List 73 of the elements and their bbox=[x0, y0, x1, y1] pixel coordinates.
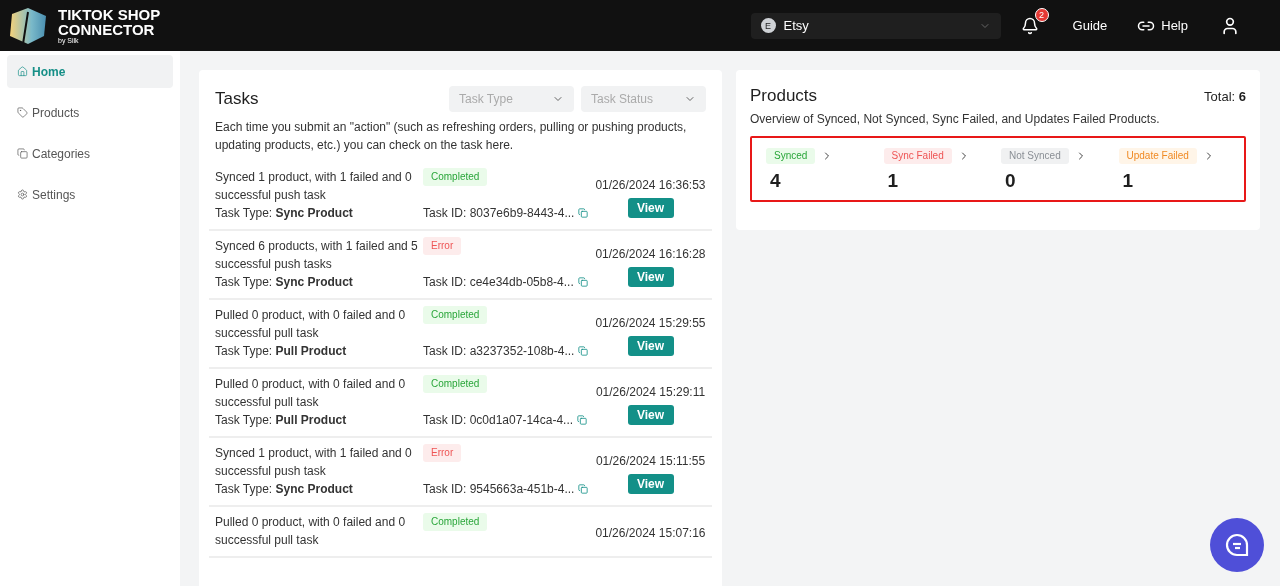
status-tag: Error bbox=[423, 237, 462, 255]
sidebar-item[interactable]: Products bbox=[7, 96, 173, 129]
filter-select[interactable]: Task Status bbox=[581, 86, 706, 112]
task-summary: Synced 1 product, with 1 failed and 0 successful push task bbox=[215, 169, 413, 204]
view-button[interactable]: View bbox=[627, 267, 674, 287]
task-date: 01/26/2024 15:29:55 bbox=[595, 315, 706, 332]
settings-icon bbox=[17, 189, 28, 200]
copy-icon[interactable] bbox=[578, 346, 589, 356]
guide-link[interactable]: Guide bbox=[1072, 18, 1108, 33]
status-tag[interactable]: Not Synced bbox=[1001, 148, 1069, 164]
task-id: Task ID: ce4e34db-05b8-4... bbox=[423, 274, 574, 291]
copy-icon[interactable] bbox=[577, 277, 588, 287]
status-tag: Completed bbox=[423, 306, 488, 324]
task-summary: Pulled 0 product, with 0 failed and 0 successful pull task bbox=[215, 514, 407, 549]
sidebar-item[interactable]: Home bbox=[7, 55, 173, 88]
sidebar-item[interactable]: Settings bbox=[7, 178, 173, 211]
task-type: Task Type: Sync Product bbox=[215, 481, 354, 498]
task-type: Task Type: Pull Product bbox=[215, 343, 348, 360]
task-id: Task ID: 9545663a-451b-4... bbox=[423, 481, 575, 498]
task-type: Task Type: Pull Product bbox=[215, 412, 348, 429]
task-date: 01/26/2024 15:07:16 bbox=[595, 525, 706, 542]
copy-icon[interactable] bbox=[577, 415, 588, 425]
status-tag[interactable]: Sync Failed bbox=[883, 148, 952, 164]
products-description: Overview of Synced, Not Synced, Sync Failed, and Updates Failed Products. bbox=[750, 112, 1161, 126]
user-silhouette bbox=[1220, 15, 1240, 36]
tasks-description: Each time you submit an "action" (such as refreshing orders, pulling or pushing products, updating products, etc.) you can check on the task here. bbox=[215, 119, 688, 154]
view-button[interactable]: View bbox=[627, 405, 674, 425]
task-summary: Pulled 0 product, with 0 failed and 0 successful pull task bbox=[215, 307, 407, 342]
help-link[interactable]: Help bbox=[1137, 16, 1188, 35]
status-tag[interactable]: Update Failed bbox=[1118, 148, 1197, 164]
tag-icon bbox=[17, 107, 28, 118]
tasks-title: Tasks bbox=[215, 89, 259, 109]
task-date: 01/26/2024 15:11:55 bbox=[595, 453, 706, 470]
task-date: 01/26/2024 16:36:53 bbox=[595, 177, 706, 194]
product-count: 4 bbox=[769, 170, 782, 192]
status-tag: Completed bbox=[423, 375, 488, 393]
task-type: Task Type: Sync Product bbox=[215, 205, 354, 222]
copy-icon[interactable] bbox=[578, 208, 589, 218]
task-date: 01/26/2024 15:29:11 bbox=[595, 384, 706, 401]
bell-icon bbox=[1020, 16, 1039, 35]
task-id: Task ID: a3237352-108b-4... bbox=[423, 343, 575, 360]
store-select[interactable]: E Etsy bbox=[750, 12, 1001, 39]
task-date: 01/26/2024 16:16:28 bbox=[595, 246, 706, 263]
status-tag[interactable]: Synced bbox=[766, 148, 816, 164]
filter-select[interactable]: Task Type bbox=[449, 86, 574, 112]
task-id: Task ID: 0c0d1a07-14ca-4... bbox=[423, 412, 574, 429]
view-button[interactable]: View bbox=[627, 474, 674, 494]
logo-title: CONNECTOR bbox=[58, 21, 156, 37]
chat-icon bbox=[1224, 532, 1250, 558]
notification-badge: 2 bbox=[1034, 7, 1049, 22]
products-title: Products bbox=[750, 86, 818, 106]
status-tag: Completed bbox=[423, 168, 488, 186]
logo-title: TIKTOK SHOP bbox=[58, 6, 161, 22]
task-summary: Synced 1 product, with 1 failed and 0 successful push task bbox=[215, 445, 413, 480]
store-avatar: E bbox=[760, 18, 776, 33]
task-id: Task ID: 8037e6b9-8443-4... bbox=[423, 205, 575, 222]
view-button[interactable]: View bbox=[627, 336, 674, 356]
status-tag: Completed bbox=[423, 513, 488, 531]
products-total: Total: 6 bbox=[1204, 88, 1246, 104]
copy-icon bbox=[17, 148, 28, 159]
sidebar-item[interactable]: Categories bbox=[7, 137, 173, 170]
view-button[interactable]: View bbox=[627, 198, 674, 218]
task-type: Task Type: Sync Product bbox=[215, 274, 354, 291]
copy-icon[interactable] bbox=[578, 484, 589, 494]
product-count: 1 bbox=[886, 170, 900, 192]
task-summary: Pulled 0 product, with 0 failed and 0 successful pull task bbox=[215, 376, 407, 411]
task-summary: Synced 6 products, with 1 failed and 5 successful push tasks bbox=[215, 238, 419, 273]
product-count: 1 bbox=[1121, 170, 1135, 192]
product-count: 0 bbox=[1004, 170, 1017, 192]
home-icon bbox=[17, 66, 28, 77]
user-icon[interactable] bbox=[1220, 15, 1240, 36]
notification-button[interactable] bbox=[1020, 16, 1039, 35]
status-tag: Error bbox=[423, 444, 462, 462]
